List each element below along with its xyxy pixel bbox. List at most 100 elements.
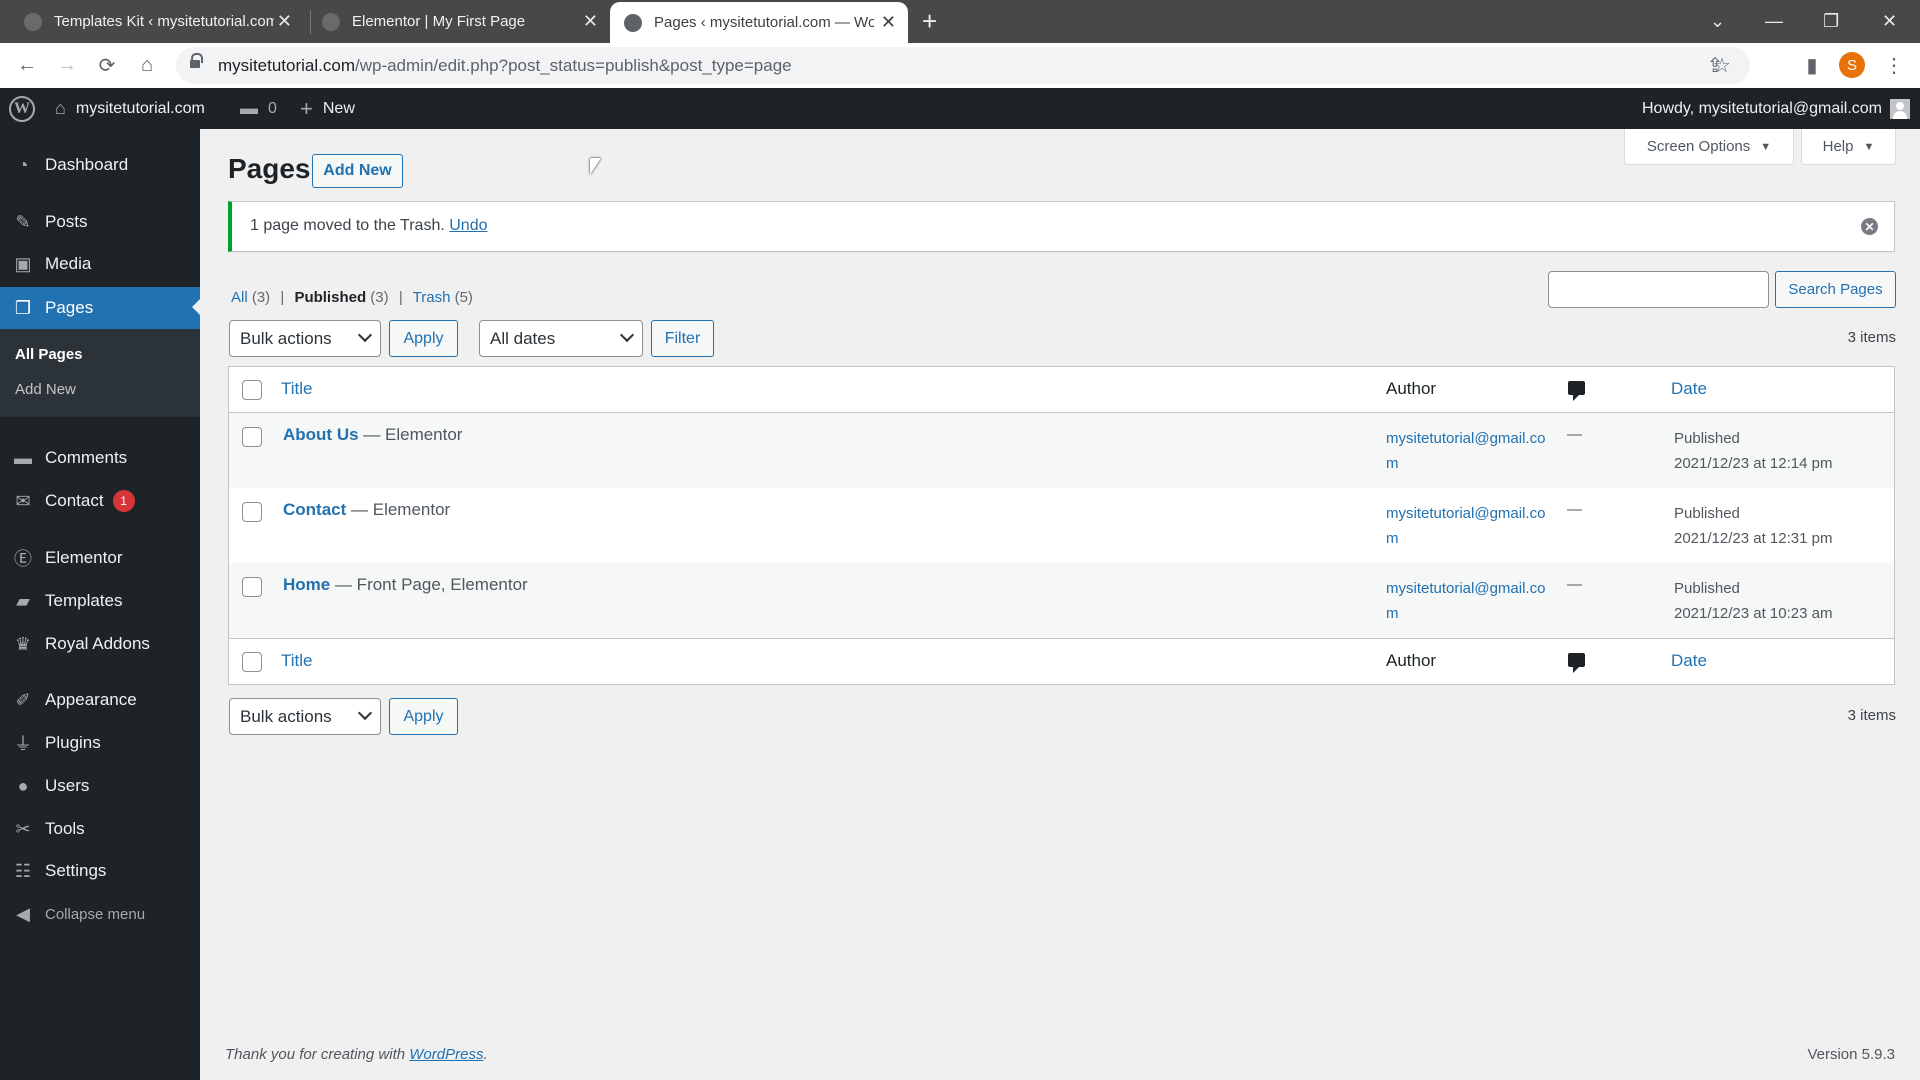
author-link[interactable]: mysitetutorial@gmail.com — [1386, 501, 1556, 551]
submenu-add-new[interactable]: Add New — [15, 381, 76, 398]
apply-button[interactable]: Apply — [389, 320, 458, 357]
title-column-sort[interactable]: Title — [281, 379, 313, 399]
sidebar-item-dashboard[interactable]: ◔ Dashboard — [0, 145, 200, 185]
select-all-checkbox[interactable] — [242, 380, 262, 400]
close-tab-icon[interactable]: ✕ — [583, 11, 598, 32]
status-filter-links: All (3) | Published (3) | Trash (5) — [231, 289, 473, 306]
sidebar-item-users[interactable]: ● Users — [0, 766, 200, 806]
back-icon[interactable]: ← — [13, 51, 41, 79]
page-title-link[interactable]: Home — [283, 575, 330, 594]
collapse-menu-button[interactable]: ◀ Collapse menu — [0, 894, 200, 934]
title-column-sort[interactable]: Title — [281, 651, 313, 671]
close-tab-icon[interactable]: ✕ — [277, 11, 292, 32]
home-icon[interactable]: ⌂ — [133, 51, 161, 79]
sidebar-item-appearance[interactable]: ✐ Appearance — [0, 680, 200, 720]
reload-icon[interactable]: ⟳ — [93, 51, 121, 79]
my-account-menu[interactable]: Howdy, mysitetutorial@gmail.com — [1642, 88, 1910, 129]
bookmark-star-icon[interactable]: ☆ — [1708, 51, 1736, 79]
sidebar-item-templates[interactable]: ▰ Templates — [0, 581, 200, 621]
sidebar-item-contact[interactable]: ✉ Contact 1 — [0, 481, 200, 521]
filter-all[interactable]: All (3) — [231, 289, 270, 306]
search-pages-button[interactable]: Search Pages — [1775, 271, 1896, 308]
new-tab-button[interactable]: + — [922, 6, 937, 36]
author-link[interactable]: mysitetutorial@gmail.com — [1386, 576, 1556, 626]
browser-tab[interactable]: Templates Kit ‹ mysitetutorial.com ✕ — [24, 0, 304, 43]
wp-logo-menu[interactable]: W — [9, 88, 35, 129]
select-all-checkbox[interactable] — [242, 652, 262, 672]
page-title-link[interactable]: About Us — [283, 425, 359, 444]
screen-options-label: Screen Options — [1646, 138, 1751, 155]
row-checkbox[interactable] — [242, 502, 262, 522]
user-icon: ● — [17, 775, 29, 796]
profile-avatar[interactable]: S — [1839, 52, 1865, 78]
close-tab-icon[interactable]: ✕ — [881, 12, 896, 33]
author-link[interactable]: mysitetutorial@gmail.com — [1386, 426, 1556, 476]
comments-count: — — [1567, 426, 1582, 443]
page-title-link[interactable]: Contact — [283, 500, 346, 519]
sidebar-item-label: Appearance — [45, 690, 137, 709]
site-name-link[interactable]: ⌂ mysitetutorial.com — [55, 88, 205, 129]
site-name: mysitetutorial.com — [75, 99, 205, 117]
dashboard-icon: ◔ — [17, 154, 29, 175]
sidebar-item-tools[interactable]: ✂ Tools — [0, 809, 200, 849]
browser-menu-icon[interactable]: ⋮ — [1880, 51, 1908, 79]
browser-tab-active[interactable]: Pages ‹ mysitetutorial.com — WordPress ✕ — [610, 2, 908, 43]
new-label: New — [322, 99, 355, 117]
crown-icon: ♛ — [14, 633, 32, 654]
tab-search-icon[interactable]: ⌄ — [1710, 0, 1725, 43]
admin-sidebar: ◔ Dashboard ✎ Posts ▣ Media ❐ Pages All … — [0, 129, 200, 1080]
dismiss-notice-icon[interactable]: ✕ — [1861, 218, 1878, 235]
sidebar-item-label: Posts — [45, 212, 88, 231]
screen-options-button[interactable]: Screen Options ▼ — [1624, 129, 1794, 165]
side-panel-icon[interactable]: ▮ — [1798, 51, 1826, 79]
sidebar-item-comments[interactable]: ▬ Comments — [0, 438, 200, 478]
footer-thanks: Thank you for creating with WordPress. — [225, 1046, 488, 1063]
sidebar-item-royal-addons[interactable]: ♛ Royal Addons — [0, 624, 200, 664]
sidebar-item-elementor[interactable]: Ⓔ Elementor — [0, 538, 200, 578]
minimize-button[interactable]: — — [1765, 0, 1783, 43]
apply-button-bottom[interactable]: Apply — [389, 698, 458, 735]
wordpress-link[interactable]: WordPress — [409, 1046, 483, 1063]
mail-icon: ✉ — [15, 490, 31, 511]
brush-icon: ✐ — [15, 689, 31, 710]
close-window-button[interactable]: ✕ — [1882, 0, 1897, 43]
page-title-cell: About Us — Elementor — [283, 425, 463, 444]
bulk-actions-select[interactable]: Bulk actions — [229, 320, 381, 357]
search-pages-input[interactable] — [1548, 271, 1769, 308]
bulk-actions-value: Bulk actions — [240, 706, 332, 726]
filter-button[interactable]: Filter — [651, 320, 714, 357]
help-button[interactable]: Help ▼ — [1801, 129, 1896, 165]
sidebar-item-posts[interactable]: ✎ Posts — [0, 202, 200, 242]
table-row: About Us — Elementor mysitetutorial@gmai… — [229, 413, 1894, 488]
filter-published[interactable]: Published (3) — [294, 289, 388, 306]
sidebar-item-label: Comments — [45, 448, 128, 467]
date-column-sort[interactable]: Date — [1671, 651, 1707, 671]
restore-button[interactable]: ❐ — [1823, 0, 1839, 43]
sidebar-item-media[interactable]: ▣ Media — [0, 244, 200, 284]
row-checkbox[interactable] — [242, 577, 262, 597]
add-new-page-button[interactable]: Add New — [312, 154, 403, 188]
bulk-actions-select-bottom[interactable]: Bulk actions — [229, 698, 381, 735]
submenu-all-pages[interactable]: All Pages — [15, 346, 83, 363]
new-content-menu[interactable]: + New — [300, 88, 355, 129]
sidebar-item-pages[interactable]: ❐ Pages — [0, 287, 200, 329]
browser-tab[interactable]: Elementor | My First Page ✕ — [322, 0, 610, 43]
undo-link[interactable]: Undo — [449, 217, 487, 234]
pages-table: Title Author Date About Us — Elementor m… — [228, 366, 1895, 685]
comments-link[interactable]: ▬ 0 — [240, 88, 277, 129]
table-footer: Title Author Date — [229, 638, 1894, 684]
url-text: mysitetutorial.com/wp-admin/edit.php?pos… — [218, 56, 792, 75]
date-filter-select[interactable]: All dates — [479, 320, 643, 357]
sidebar-item-settings[interactable]: ☷ Settings — [0, 851, 200, 891]
row-checkbox[interactable] — [242, 427, 262, 447]
date-column-sort[interactable]: Date — [1671, 379, 1707, 399]
sidebar-item-plugins[interactable]: ⏚ Plugins — [0, 723, 200, 763]
forward-icon[interactable]: → — [53, 51, 81, 79]
page-title-cell: Home — Front Page, Elementor — [283, 575, 528, 594]
separator: | — [398, 289, 403, 306]
tab-title: Pages ‹ mysitetutorial.com — WordPress — [654, 14, 874, 31]
address-bar[interactable]: mysitetutorial.com/wp-admin/edit.php?pos… — [176, 47, 1750, 84]
tab-title: Templates Kit ‹ mysitetutorial.com — [54, 13, 274, 30]
filter-trash[interactable]: Trash (5) — [413, 289, 473, 306]
comments-count: — — [1567, 576, 1582, 593]
